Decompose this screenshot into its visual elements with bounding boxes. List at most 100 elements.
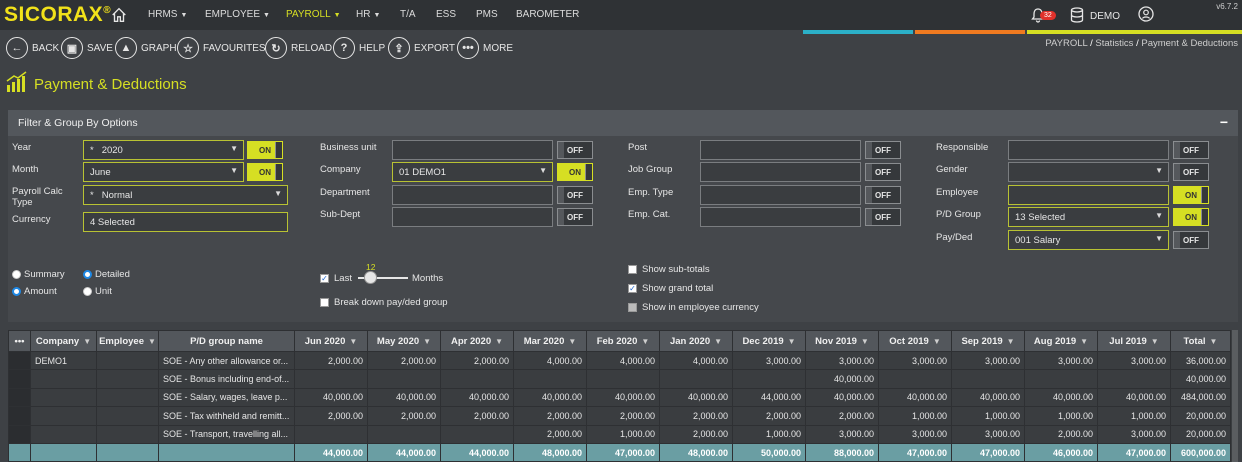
- row-selector[interactable]: [8, 406, 31, 426]
- detailed-radio[interactable]: Detailed: [83, 269, 130, 280]
- nav-ess[interactable]: ESS: [436, 9, 456, 20]
- nav-pms[interactable]: PMS: [476, 9, 498, 20]
- app-logo[interactable]: SICORAX®: [4, 3, 111, 27]
- emp-type-toggle[interactable]: OFF: [865, 186, 901, 204]
- grid-menu-icon[interactable]: •••: [8, 330, 31, 352]
- gender-select[interactable]: ▼: [1008, 162, 1169, 182]
- payroll-calc-type-select[interactable]: * Normal ▼: [83, 185, 288, 205]
- amount-radio[interactable]: Amount: [12, 286, 57, 297]
- col-header-aug-2019[interactable]: Aug 2019 ▼: [1024, 330, 1098, 352]
- col-header-jan-2020[interactable]: Jan 2020 ▼: [659, 330, 733, 352]
- col-header-jul-2019[interactable]: Jul 2019 ▼: [1097, 330, 1171, 352]
- col-header-pd-group-name[interactable]: P/D group name: [158, 330, 295, 352]
- row-selector[interactable]: [8, 424, 31, 444]
- business-unit-toggle[interactable]: OFF: [557, 141, 593, 159]
- user-icon[interactable]: [1138, 6, 1154, 22]
- col-header-oct-2019[interactable]: Oct 2019 ▼: [878, 330, 952, 352]
- month-select[interactable]: June ▼: [83, 162, 244, 182]
- nav-payroll[interactable]: PAYROLL ▼: [286, 9, 341, 20]
- breadcrumb-payroll[interactable]: PAYROLL: [1045, 38, 1087, 49]
- database-label[interactable]: DEMO: [1090, 11, 1120, 22]
- responsible-input[interactable]: [1008, 140, 1169, 160]
- breakdown-checkbox[interactable]: Break down pay/ded group: [320, 297, 448, 308]
- show-grand-total-checkbox[interactable]: ✓ Show grand total: [628, 283, 713, 294]
- sub-dept-input[interactable]: [392, 207, 553, 227]
- months-slider-handle[interactable]: [364, 271, 377, 284]
- collapse-icon[interactable]: −: [1220, 114, 1228, 130]
- favourites-button[interactable]: ☆ FAVOURITES: [177, 36, 266, 60]
- row-selector[interactable]: [8, 369, 31, 389]
- col-header-total[interactable]: Total ▼: [1170, 330, 1231, 352]
- reload-button[interactable]: ↻ RELOAD: [265, 36, 332, 60]
- nav-employee[interactable]: EMPLOYEE ▼: [205, 9, 270, 20]
- breadcrumb-statistics[interactable]: Statistics: [1095, 38, 1133, 49]
- nav-ta[interactable]: T/A: [400, 9, 416, 20]
- database-icon[interactable]: [1070, 7, 1084, 23]
- help-button[interactable]: ? HELP: [333, 36, 385, 60]
- responsible-toggle[interactable]: OFF: [1173, 141, 1209, 159]
- department-input[interactable]: [392, 185, 553, 205]
- cell-amount: 4,000.00: [586, 350, 660, 371]
- month-toggle[interactable]: ON: [247, 163, 283, 181]
- col-header-apr-2020[interactable]: Apr 2020 ▼: [440, 330, 514, 352]
- home-icon[interactable]: [110, 6, 128, 24]
- nav-hr[interactable]: HR ▼: [356, 9, 380, 20]
- graph-button[interactable]: ▲ GRAPH: [115, 36, 177, 60]
- show-subtotals-checkbox[interactable]: Show sub-totals: [628, 264, 710, 275]
- back-button[interactable]: ← BACK: [6, 36, 59, 60]
- col-header-feb-2020[interactable]: Feb 2020 ▼: [586, 330, 660, 352]
- year-select[interactable]: * 2020 ▼: [83, 140, 244, 160]
- table-row[interactable]: SOE - Salary, wages, leave p... 40,000.00…: [8, 387, 1231, 408]
- table-row[interactable]: DEMO1 SOE - Any other allowance or... 2,00…: [8, 350, 1231, 371]
- table-row[interactable]: SOE - Tax withheld and remitt... 2,000.00…: [8, 406, 1231, 426]
- export-button[interactable]: ⇪ EXPORT: [388, 36, 455, 60]
- employee-toggle[interactable]: ON: [1173, 186, 1209, 204]
- col-header-employee[interactable]: Employee ▼: [96, 330, 159, 352]
- grand-total-row: 44,000.00 44,000.00 44,000.00 48,000.00 47,0…: [8, 442, 1231, 462]
- job-group-input[interactable]: [700, 162, 861, 182]
- version-label: v6.7.2: [1216, 2, 1238, 11]
- col-header-dec-2019[interactable]: Dec 2019 ▼: [732, 330, 806, 352]
- currency-select[interactable]: 4 Selected: [83, 212, 288, 232]
- more-button[interactable]: ••• MORE: [457, 36, 513, 60]
- cell-amount: 3,000.00: [1097, 424, 1171, 444]
- col-header-nov-2019[interactable]: Nov 2019 ▼: [805, 330, 879, 352]
- row-selector[interactable]: [8, 350, 31, 371]
- pay-ded-toggle[interactable]: OFF: [1173, 231, 1209, 249]
- table-row[interactable]: SOE - Bonus including end-of... 40,000.00…: [8, 369, 1231, 389]
- emp-type-input[interactable]: [700, 185, 861, 205]
- table-row[interactable]: SOE - Transport, travelling all... 2,000.…: [8, 424, 1231, 444]
- summary-radio[interactable]: Summary: [12, 269, 65, 280]
- last-months-checkbox[interactable]: ✓ Last: [320, 273, 352, 284]
- unit-radio[interactable]: Unit: [83, 286, 112, 297]
- row-selector[interactable]: [8, 387, 31, 408]
- emp-cat-input[interactable]: [700, 207, 861, 227]
- nav-hrms[interactable]: HRMS ▼: [148, 9, 187, 20]
- year-toggle[interactable]: ON: [247, 141, 283, 159]
- pd-group-select[interactable]: 13 Selected ▼: [1008, 207, 1169, 227]
- show-employee-currency-checkbox[interactable]: Show in employee currency: [628, 302, 759, 313]
- post-input[interactable]: [700, 140, 861, 160]
- col-header-mar-2020[interactable]: Mar 2020 ▼: [513, 330, 587, 352]
- col-header-jun-2020[interactable]: Jun 2020 ▼: [294, 330, 368, 352]
- company-toggle[interactable]: ON: [557, 163, 593, 181]
- sub-dept-toggle[interactable]: OFF: [557, 208, 593, 226]
- col-header-company[interactable]: Company ▼: [30, 330, 97, 352]
- col-header-may-2020[interactable]: May 2020 ▼: [367, 330, 441, 352]
- col-header-sep-2019[interactable]: Sep 2019 ▼: [951, 330, 1025, 352]
- post-toggle[interactable]: OFF: [865, 141, 901, 159]
- company-select[interactable]: 01 DEMO1 ▼: [392, 162, 553, 182]
- employee-input[interactable]: [1008, 185, 1169, 205]
- department-toggle[interactable]: OFF: [557, 186, 593, 204]
- emp-cat-toggle[interactable]: OFF: [865, 208, 901, 226]
- filter-panel-header[interactable]: Filter & Group By Options −: [8, 110, 1238, 136]
- pay-ded-select[interactable]: 001 Salary ▼: [1008, 230, 1169, 250]
- nav-barometer[interactable]: BAROMETER: [516, 9, 579, 20]
- job-group-toggle[interactable]: OFF: [865, 163, 901, 181]
- gender-toggle[interactable]: OFF: [1173, 163, 1209, 181]
- row-selector[interactable]: [8, 442, 31, 462]
- save-button[interactable]: ▣ SAVE: [61, 36, 113, 60]
- business-unit-input[interactable]: [392, 140, 553, 160]
- vertical-scrollbar[interactable]: [1232, 330, 1238, 462]
- pd-group-toggle[interactable]: ON: [1173, 208, 1209, 226]
